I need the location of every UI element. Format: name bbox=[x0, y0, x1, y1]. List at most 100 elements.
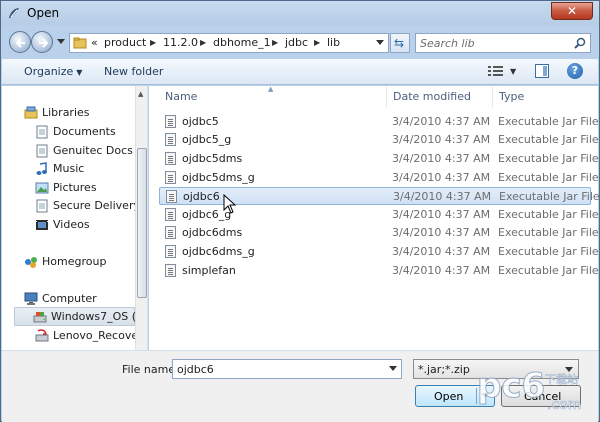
jar-file-icon bbox=[165, 208, 176, 221]
app-icon bbox=[9, 8, 19, 18]
column-header-date-modified[interactable]: Date modified bbox=[387, 86, 493, 108]
breadcrumb-jdbc[interactable]: jdbc bbox=[285, 36, 308, 49]
file-row[interactable]: ojdbc6dms 3/4/2010 4:37 AM Executable Ja… bbox=[159, 224, 599, 242]
nav-item-documents[interactable]: Documents bbox=[35, 123, 135, 141]
nav-item-label: Homegroup bbox=[42, 255, 107, 268]
nav-item-windows7-os[interactable]: Windows7_OS (C bbox=[14, 307, 144, 326]
scrollbar-thumb[interactable] bbox=[137, 148, 147, 298]
folder-icon bbox=[73, 37, 87, 49]
documents-icon bbox=[36, 199, 48, 213]
back-button[interactable] bbox=[9, 31, 31, 53]
nav-item-genuitec-docs[interactable]: Genuitec Docs bbox=[35, 142, 135, 160]
refresh-icon: ⇆ bbox=[394, 36, 405, 50]
jar-file-icon bbox=[166, 190, 177, 203]
file-row[interactable]: simplefan 3/4/2010 4:37 AM Executable Ja… bbox=[159, 262, 599, 280]
file-date: 3/4/2010 4:37 AM bbox=[392, 152, 491, 165]
nav-item-label: Documents bbox=[53, 125, 116, 138]
nav-item-label: Genuitec Docs bbox=[53, 144, 133, 157]
file-row[interactable]: ojdbc5dms 3/4/2010 4:37 AM Executable Ja… bbox=[159, 150, 599, 168]
file-type: Executable Jar File bbox=[498, 133, 599, 146]
file-date: 3/4/2010 4:37 AM bbox=[392, 171, 491, 184]
videos-icon bbox=[36, 220, 48, 230]
file-name: ojdbc6 bbox=[183, 190, 220, 203]
forward-button[interactable] bbox=[31, 31, 53, 53]
nav-item-music[interactable]: Music bbox=[35, 160, 135, 178]
search-box[interactable] bbox=[415, 33, 591, 53]
column-header-name[interactable]: Name bbox=[159, 86, 387, 108]
jar-file-icon bbox=[165, 133, 176, 146]
nav-item-videos[interactable]: Videos bbox=[35, 216, 135, 234]
nav-item-computer[interactable]: Computer bbox=[24, 290, 134, 308]
address-bar[interactable]: « product ▶ 11.2.0 ▶ dbhome_1 ▶ jdbc ▶ l… bbox=[69, 33, 389, 53]
breadcrumb-separator-icon[interactable]: ▶ bbox=[272, 38, 278, 47]
file-date: 3/4/2010 4:37 AM bbox=[392, 208, 491, 221]
file-date: 3/4/2010 4:37 AM bbox=[392, 264, 491, 277]
column-header-type[interactable]: Type bbox=[493, 86, 597, 108]
breadcrumb-dbhome[interactable]: dbhome_1 bbox=[213, 36, 271, 49]
file-name: ojdbc5_g bbox=[182, 133, 232, 146]
file-row[interactable]: ojdbc6dms_g 3/4/2010 4:37 AM Executable … bbox=[159, 243, 599, 261]
breadcrumb-separator-icon[interactable]: ▶ bbox=[200, 38, 206, 47]
pc6-watermark-logo: pc6 下载站 .com bbox=[477, 366, 582, 414]
file-name-chevron-down-icon[interactable] bbox=[389, 366, 397, 372]
file-type: Executable Jar File bbox=[498, 115, 599, 128]
breadcrumb-version[interactable]: 11.2.0 bbox=[163, 36, 198, 49]
file-name-input[interactable] bbox=[177, 362, 377, 376]
window-title: Open bbox=[27, 6, 60, 20]
nav-item-label: Computer bbox=[42, 292, 97, 305]
file-name: ojdbc5dms_g bbox=[182, 171, 255, 184]
nav-item-secure-delivery[interactable]: Secure Delivery C bbox=[35, 197, 147, 215]
documents-icon bbox=[36, 144, 48, 158]
computer-icon bbox=[24, 292, 38, 305]
breadcrumb-separator-icon[interactable]: ▶ bbox=[314, 38, 320, 47]
preview-pane-icon[interactable] bbox=[535, 64, 549, 78]
nav-item-libraries[interactable]: Libraries bbox=[24, 104, 134, 122]
breadcrumb-product[interactable]: product bbox=[104, 36, 146, 49]
recent-pages-chevron-down-icon[interactable] bbox=[57, 39, 65, 45]
address-overflow-chevron[interactable]: « bbox=[91, 36, 98, 49]
search-icon[interactable] bbox=[574, 37, 586, 49]
nav-item-homegroup[interactable]: Homegroup bbox=[24, 253, 134, 271]
breadcrumb-separator-icon[interactable]: ▶ bbox=[150, 38, 156, 47]
new-folder-button[interactable]: New folder bbox=[104, 65, 163, 78]
scroll-up-arrow-icon[interactable]: ▲ bbox=[138, 90, 143, 98]
file-type: Executable Jar File bbox=[498, 171, 599, 184]
organize-button[interactable]: Organize ▼ bbox=[24, 65, 82, 78]
file-name-label: File name: bbox=[122, 363, 179, 376]
open-label: Open bbox=[434, 390, 464, 403]
file-type: Executable Jar File bbox=[498, 264, 599, 277]
file-type: Executable Jar File bbox=[498, 226, 599, 239]
file-name: ojdbc5 bbox=[182, 115, 219, 128]
title-bar[interactable]: Open ✕ bbox=[1, 1, 599, 25]
file-date: 3/4/2010 4:37 AM bbox=[393, 190, 492, 203]
file-name: simplefan bbox=[182, 264, 236, 277]
breadcrumb-lib[interactable]: lib bbox=[327, 36, 340, 49]
file-date: 3/4/2010 4:37 AM bbox=[392, 226, 491, 239]
file-row[interactable]: ojdbc5_g 3/4/2010 4:37 AM Executable Jar… bbox=[159, 131, 599, 149]
file-name-combobox[interactable] bbox=[172, 359, 402, 379]
file-type: Executable Jar File bbox=[498, 152, 599, 165]
change-view-icon[interactable] bbox=[488, 65, 504, 77]
nav-item-lenovo-recovery[interactable]: Lenovo_Recovery bbox=[35, 327, 147, 345]
help-icon[interactable]: ? bbox=[567, 63, 583, 79]
nav-item-label: Windows7_OS (C bbox=[51, 310, 144, 323]
nav-item-label: Secure Delivery C bbox=[53, 199, 148, 212]
address-history-chevron-down-icon[interactable] bbox=[376, 40, 384, 46]
navigation-scrollbar[interactable]: ▲ bbox=[135, 86, 147, 350]
nav-item-label: Pictures bbox=[53, 181, 97, 194]
file-type-filter-value: *.jar;*.zip bbox=[418, 363, 470, 376]
nav-item-pictures[interactable]: Pictures bbox=[35, 179, 135, 197]
file-list: ▲ Name Date modified Type ojdbc5 3/4/201… bbox=[149, 85, 600, 350]
jar-file-icon bbox=[165, 171, 176, 184]
jar-file-icon bbox=[165, 226, 176, 239]
file-type: Executable Jar File bbox=[498, 245, 599, 258]
close-button[interactable]: ✕ bbox=[551, 2, 593, 20]
search-input[interactable] bbox=[420, 36, 570, 50]
view-options-chevron-down-icon[interactable]: ▼ bbox=[510, 67, 516, 76]
refresh-button[interactable]: ⇆ bbox=[390, 33, 410, 53]
libraries-icon bbox=[24, 106, 38, 119]
file-row[interactable]: ojdbc5 3/4/2010 4:37 AM Executable Jar F… bbox=[159, 113, 599, 131]
file-row[interactable]: ojdbc5dms_g 3/4/2010 4:37 AM Executable … bbox=[159, 169, 599, 187]
arrow-right-icon bbox=[39, 38, 49, 48]
drive-icon bbox=[33, 312, 47, 323]
